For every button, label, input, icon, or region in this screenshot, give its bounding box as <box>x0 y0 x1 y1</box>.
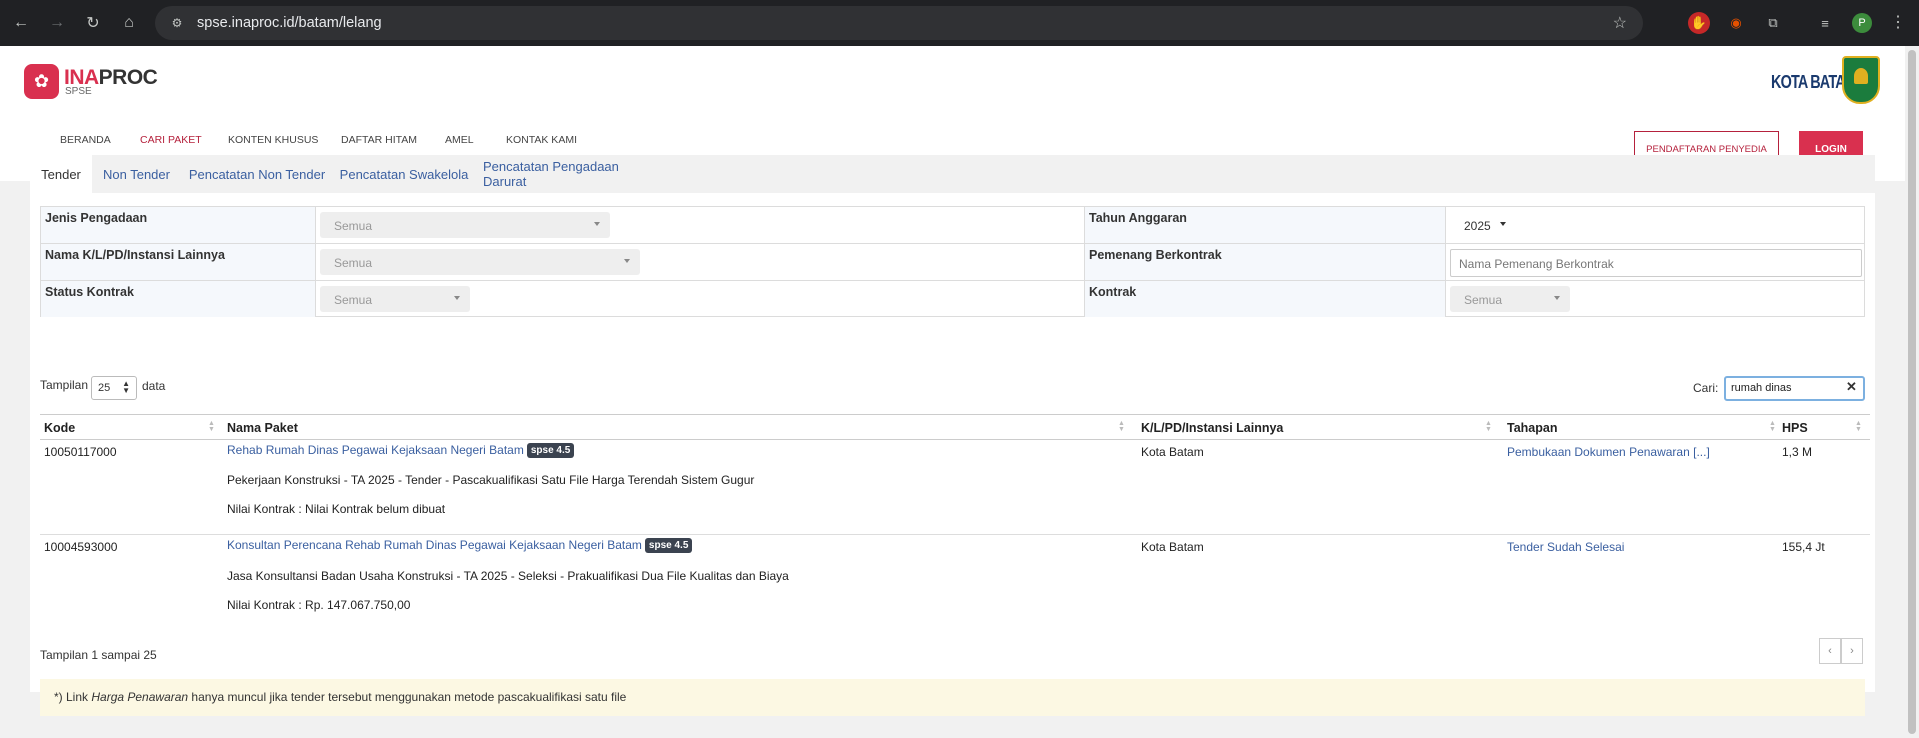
paket-description: Jasa Konsultansi Badan Usaha Konstruksi … <box>227 569 789 583</box>
filter-table: Jenis Pengadaan Semua Tahun Anggaran 202… <box>40 206 1865 317</box>
prev-page-button[interactable]: ‹ <box>1819 638 1841 664</box>
tab-non-tender[interactable]: Non Tender <box>96 155 177 193</box>
extension-orange-icon[interactable]: ◉ <box>1725 12 1747 34</box>
filter-label-status: Status Kontrak <box>41 281 316 317</box>
extensions-puzzle-icon[interactable]: ⧉ <box>1762 12 1784 34</box>
chevron-down-icon <box>594 222 600 226</box>
paket-link[interactable]: Konsultan Perencana Rehab Rumah Dinas Pe… <box>227 538 642 552</box>
kontrak-select[interactable]: Semua <box>1450 286 1570 312</box>
nilai-kontrak: Nilai Kontrak : Rp. 147.067.750,00 <box>227 598 411 612</box>
pemenang-input[interactable]: Nama Pemenang Berkontrak <box>1450 249 1862 277</box>
nama-paket-cell: Konsultan Perencana Rehab Rumah Dinas Pe… <box>227 538 693 553</box>
browser-menu-icon[interactable]: ⋮ <box>1890 12 1906 32</box>
paket-link[interactable]: Rehab Rumah Dinas Pegawai Kejaksaan Nege… <box>227 443 524 457</box>
profile-avatar[interactable]: P <box>1852 13 1872 33</box>
data-label: data <box>142 379 166 393</box>
table-info: Tampilan 1 sampai 25 <box>40 648 157 662</box>
filter-cell: Semua <box>1446 281 1866 317</box>
filter-label-instansi: Nama K/L/PD/Instansi Lainnya <box>41 244 316 280</box>
extension-red-icon[interactable]: ✋ <box>1688 12 1710 34</box>
nav-beranda[interactable]: BERANDA <box>60 134 111 146</box>
col-kode[interactable]: Kode <box>40 415 223 439</box>
nav-amel[interactable]: AMEL <box>445 134 474 146</box>
sort-icon[interactable]: ▲ ▼ <box>1855 420 1862 433</box>
kode-cell: 10050117000 <box>44 445 117 459</box>
chevron-down-icon <box>454 296 460 300</box>
col-nama-paket[interactable]: Nama Paket <box>223 415 1133 439</box>
search-input[interactable]: rumah dinas <box>1724 376 1865 401</box>
filter-label-tahun: Tahun Anggaran <box>1085 207 1446 243</box>
filter-label-kontrak: Kontrak <box>1085 281 1446 317</box>
spse-badge: spse 4.5 <box>644 538 693 553</box>
filter-label-pemenang: Pemenang Berkontrak <box>1085 244 1446 280</box>
paket-description: Pekerjaan Konstruksi - TA 2025 - Tender … <box>227 473 755 487</box>
inaproc-logo-icon[interactable]: ✿ <box>24 64 59 99</box>
nav-daftar-hitam[interactable]: DAFTAR HITAM <box>341 134 417 146</box>
kode-cell: 10004593000 <box>44 540 118 554</box>
status-kontrak-select[interactable]: Semua <box>320 286 470 312</box>
filter-row: Status Kontrak Semua Kontrak Semua <box>41 281 1864 318</box>
filter-row: Nama K/L/PD/Instansi Lainnya Semua Pemen… <box>41 244 1864 281</box>
page-scrollbar[interactable] <box>1905 46 1919 738</box>
table-row: 10050117000 Rehab Rumah Dinas Pegawai Ke… <box>40 440 1870 535</box>
tab-pencatatan-non-tender[interactable]: Pencatatan Non Tender <box>187 155 327 193</box>
tab-pencatatan-pengadaan-darurat[interactable]: Pencatatan Pengadaan Darurat <box>483 155 663 193</box>
show-label: Tampilan <box>40 378 89 392</box>
hps-cell: 155,4 Jt <box>1782 540 1825 554</box>
page-size-select[interactable]: 25 ▲ ▼ <box>91 376 137 400</box>
sort-updown-icon: ▲ ▼ <box>122 379 130 395</box>
nama-paket-cell: Rehab Rumah Dinas Pegawai Kejaksaan Nege… <box>227 443 575 458</box>
address-bar[interactable]: ⚙ spse.inaproc.id/batam/lelang ☆ <box>155 6 1643 40</box>
sort-icon[interactable]: ▲ ▼ <box>208 420 215 433</box>
clear-search-icon[interactable]: ✕ <box>1846 379 1857 395</box>
table-header: Kode ▲ ▼ Nama Paket ▲ ▼ K/L/PD/Instansi La… <box>40 414 1870 440</box>
logo-subtitle: SPSE <box>65 86 92 97</box>
sort-icon[interactable]: ▲ ▼ <box>1485 420 1492 433</box>
filter-cell: Semua <box>316 244 1085 280</box>
nav-cari-paket[interactable]: CARI PAKET <box>140 134 202 146</box>
nilai-kontrak: Nilai Kontrak : Nilai Kontrak belum dibu… <box>227 502 446 516</box>
col-tahapan[interactable]: Tahapan <box>1503 415 1783 439</box>
next-page-button[interactable]: › <box>1841 638 1863 664</box>
col-instansi[interactable]: K/L/PD/Instansi Lainnya <box>1137 415 1500 439</box>
instansi-select[interactable]: Semua <box>320 249 640 275</box>
chevron-down-icon <box>624 259 630 263</box>
sort-icon[interactable]: ▲ ▼ <box>1769 420 1776 433</box>
browser-toolbar: ← → ↻ ⌂ ⚙ spse.inaproc.id/batam/lelang ☆… <box>0 0 1919 46</box>
nav-konten-khusus[interactable]: KONTEN KHUSUS <box>228 134 318 146</box>
instansi-cell: Kota Batam <box>1141 540 1204 554</box>
tab-pencatatan-swakelola[interactable]: Pencatatan Swakelola <box>339 155 469 193</box>
filter-cell: Semua <box>316 281 1085 317</box>
tahapan-link[interactable]: Pembukaan Dokumen Penawaran [...] <box>1507 445 1710 459</box>
tab-tender[interactable]: Tender <box>30 155 92 193</box>
tahapan-link[interactable]: Tender Sudah Selesai <box>1507 540 1624 554</box>
filter-label-jenis: Jenis Pengadaan <box>41 207 316 243</box>
tahun-anggaran-select[interactable]: 2025 <box>1450 212 1516 238</box>
filter-cell: Semua <box>316 207 1085 243</box>
reading-list-icon[interactable]: ≡ <box>1814 12 1836 34</box>
url-text[interactable]: spse.inaproc.id/batam/lelang <box>197 15 382 31</box>
instansi-cell: Kota Batam <box>1141 445 1204 459</box>
back-icon[interactable]: ← <box>8 10 34 36</box>
filter-cell: 2025 <box>1446 207 1866 243</box>
site-info-icon[interactable]: ⚙ <box>169 15 185 31</box>
filter-row: Jenis Pengadaan Semua Tahun Anggaran 202… <box>41 207 1864 244</box>
search-label: Cari: <box>1693 381 1719 395</box>
jenis-pengadaan-select[interactable]: Semua <box>320 212 610 238</box>
spse-badge: spse 4.5 <box>526 443 575 458</box>
scrollbar-thumb[interactable] <box>1908 50 1916 734</box>
table-row: 10004593000 Konsultan Perencana Rehab Ru… <box>40 535 1870 627</box>
chevron-down-icon <box>1500 222 1506 226</box>
hps-cell: 1,3 M <box>1782 445 1813 459</box>
home-icon[interactable]: ⌂ <box>116 10 142 36</box>
sort-icon[interactable]: ▲ ▼ <box>1118 420 1125 433</box>
reload-icon[interactable]: ↻ <box>80 10 106 36</box>
bookmark-star-icon[interactable]: ☆ <box>1613 13 1627 33</box>
filter-cell: Nama Pemenang Berkontrak <box>1446 244 1866 280</box>
info-note: *) Link Harga Penawaran hanya muncul jik… <box>40 679 1865 716</box>
forward-icon[interactable]: → <box>44 10 70 36</box>
city-crest-icon <box>1842 56 1880 104</box>
nav-kontak-kami[interactable]: KONTAK KAMI <box>506 134 577 146</box>
chevron-down-icon <box>1554 296 1560 300</box>
